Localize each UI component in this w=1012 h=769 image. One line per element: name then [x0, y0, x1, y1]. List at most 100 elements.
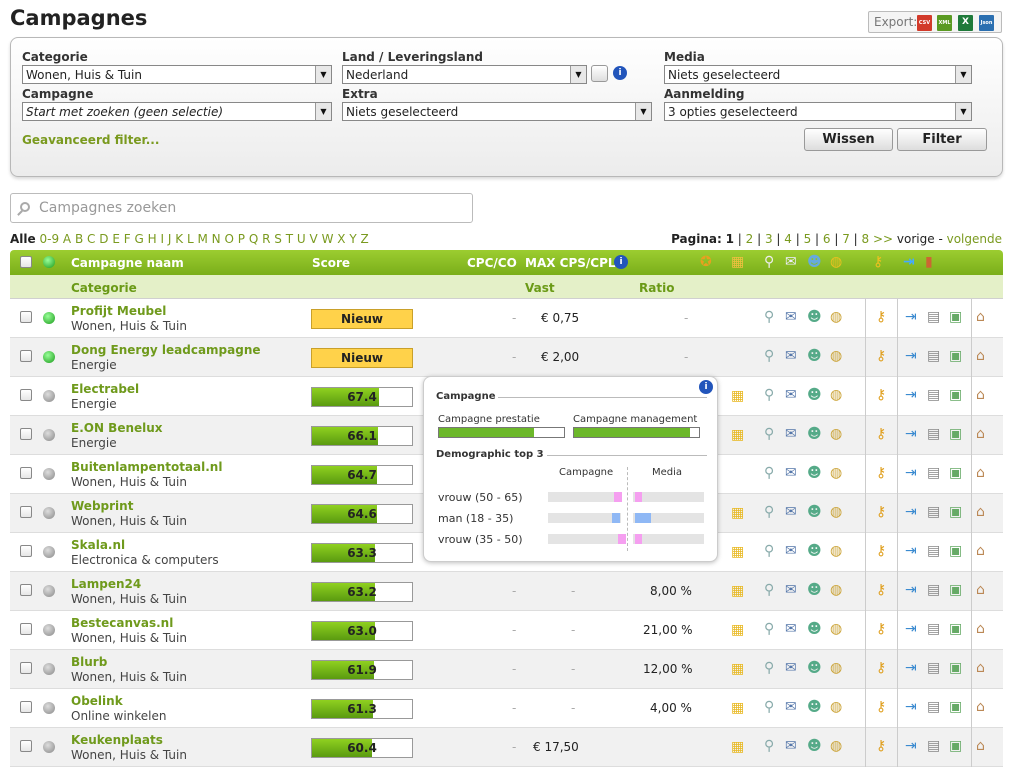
document-icon[interactable]: ▤	[927, 466, 940, 480]
campaign-name-link[interactable]: Buitenlampentotaal.nl	[71, 460, 222, 474]
alpha-letter[interactable]: B	[75, 232, 83, 246]
key-icon[interactable]: ⚷	[876, 349, 886, 363]
mail-icon[interactable]: ✉	[785, 427, 797, 441]
key-icon[interactable]: ⚷	[876, 661, 886, 675]
page-link[interactable]: 4	[784, 232, 792, 246]
campaign-name-link[interactable]: Lampen24	[71, 577, 141, 591]
money-icon[interactable]: ◍	[830, 349, 842, 363]
table-row[interactable]: Keukenplaats Wonen, Huis & Tuin 60.4 - € 17,…	[10, 728, 1003, 767]
alpha-letter[interactable]: I	[160, 232, 164, 246]
home-icon[interactable]: ⌂	[976, 622, 985, 636]
document-icon[interactable]: ▤	[927, 349, 940, 363]
document-icon[interactable]: ▤	[927, 622, 940, 636]
home-icon[interactable]: ⌂	[976, 310, 985, 324]
alpha-letter[interactable]: O	[224, 232, 233, 246]
document-icon[interactable]: ▤	[927, 739, 940, 753]
row-checkbox[interactable]	[20, 623, 32, 635]
window-icon[interactable]: ▣	[949, 622, 962, 636]
login-icon[interactable]: ⇥	[905, 544, 917, 558]
page-link[interactable]: 2	[746, 232, 754, 246]
key-icon[interactable]: ⚷	[876, 466, 886, 480]
row-checkbox[interactable]	[20, 584, 32, 596]
home-icon[interactable]: ⌂	[976, 583, 985, 597]
money-icon[interactable]: ◍	[830, 427, 842, 441]
campaign-name-link[interactable]: Webprint	[71, 499, 133, 513]
page-more[interactable]: >>	[873, 232, 893, 246]
alpha-letter[interactable]: T	[286, 232, 293, 246]
users-icon[interactable]: ☻	[807, 661, 822, 675]
alpha-letter[interactable]: J	[168, 232, 172, 246]
magnifier-icon[interactable]: ⚲	[764, 622, 774, 636]
mail-icon[interactable]: ✉	[785, 583, 797, 597]
window-icon[interactable]: ▣	[949, 700, 962, 714]
document-icon[interactable]: ▤	[927, 427, 940, 441]
mail-icon[interactable]: ✉	[785, 349, 797, 363]
mail-icon[interactable]: ✉	[785, 310, 797, 324]
campaign-name-link[interactable]: Profijt Meubel	[71, 304, 166, 318]
users-icon[interactable]: ☻	[807, 622, 822, 636]
campaign-name-link[interactable]: Blurb	[71, 655, 107, 669]
document-icon[interactable]: ▤	[927, 661, 940, 675]
mail-icon[interactable]: ✉	[785, 544, 797, 558]
aanmelding-select[interactable]: 3 opties geselecteerd ▼	[664, 102, 972, 121]
campaign-name-link[interactable]: Dong Energy leadcampagne	[71, 343, 261, 357]
alpha-all[interactable]: Alle	[10, 232, 36, 246]
document-icon[interactable]: ▤	[927, 700, 940, 714]
row-checkbox[interactable]	[20, 389, 32, 401]
window-icon[interactable]: ▣	[949, 583, 962, 597]
money-icon[interactable]: ◍	[830, 700, 842, 714]
row-checkbox[interactable]	[20, 662, 32, 674]
users-icon[interactable]: ☻	[807, 349, 822, 363]
home-icon[interactable]: ⌂	[976, 349, 985, 363]
coins-icon[interactable]: ▦	[731, 584, 744, 598]
header-score[interactable]: Score	[312, 256, 350, 270]
window-icon[interactable]: ▣	[949, 505, 962, 519]
header-max[interactable]: MAX CPS/CPL	[525, 256, 616, 270]
page-link[interactable]: 5	[804, 232, 812, 246]
key-icon[interactable]: ⚷	[876, 739, 886, 753]
users-icon[interactable]: ☻	[807, 739, 822, 753]
campaign-name-link[interactable]: Skala.nl	[71, 538, 125, 552]
users-icon[interactable]: ☻	[807, 427, 822, 441]
select-all-checkbox[interactable]	[20, 256, 32, 268]
alpha-letter[interactable]: M	[197, 232, 207, 246]
search-input[interactable]: Campagnes zoeken	[10, 193, 473, 223]
json-export-icon[interactable]: Json	[979, 15, 994, 31]
alpha-letter[interactable]: R	[262, 232, 270, 246]
money-icon[interactable]: ◍	[830, 739, 842, 753]
coins-icon[interactable]: ▦	[731, 389, 744, 403]
login-icon[interactable]: ⇥	[905, 427, 917, 441]
campaign-name-link[interactable]: Obelink	[71, 694, 123, 708]
header-name[interactable]: Campagne naam	[71, 256, 184, 270]
login-icon[interactable]: ⇥	[905, 661, 917, 675]
document-icon[interactable]: ▤	[927, 505, 940, 519]
prev-link[interactable]: vorige	[897, 232, 935, 246]
alpha-letter[interactable]: G	[134, 232, 143, 246]
media-select[interactable]: Niets geselecteerd ▼	[664, 65, 972, 84]
campaign-name-link[interactable]: Bestecanvas.nl	[71, 616, 173, 630]
users-icon[interactable]: ☻	[807, 505, 822, 519]
key-icon[interactable]: ⚷	[876, 310, 886, 324]
window-icon[interactable]: ▣	[949, 544, 962, 558]
window-icon[interactable]: ▣	[949, 427, 962, 441]
categorie-select[interactable]: Wonen, Huis & Tuin ▼	[22, 65, 332, 84]
alpha-letter[interactable]: X	[337, 232, 345, 246]
document-icon[interactable]: ▤	[927, 388, 940, 402]
users-icon[interactable]: ☻	[807, 310, 822, 324]
key-icon[interactable]: ⚷	[876, 427, 886, 441]
alpha-letter[interactable]: S	[274, 232, 282, 246]
alpha-letter[interactable]: V	[310, 232, 318, 246]
magnifier-icon[interactable]: ⚲	[764, 661, 774, 675]
key-icon[interactable]: ⚷	[876, 622, 886, 636]
coins-icon[interactable]: ▦	[731, 662, 744, 676]
window-icon[interactable]: ▣	[949, 310, 962, 324]
alpha-letter[interactable]: F	[124, 232, 131, 246]
mail-icon[interactable]: ✉	[785, 739, 797, 753]
magnifier-icon[interactable]: ⚲	[764, 427, 774, 441]
alpha-letter[interactable]: C	[87, 232, 95, 246]
land-select[interactable]: Nederland ▼	[342, 65, 587, 84]
login-icon[interactable]: ⇥	[905, 739, 917, 753]
alpha-letter[interactable]: N	[212, 232, 221, 246]
key-icon[interactable]: ⚷	[876, 544, 886, 558]
home-icon[interactable]: ⌂	[976, 739, 985, 753]
